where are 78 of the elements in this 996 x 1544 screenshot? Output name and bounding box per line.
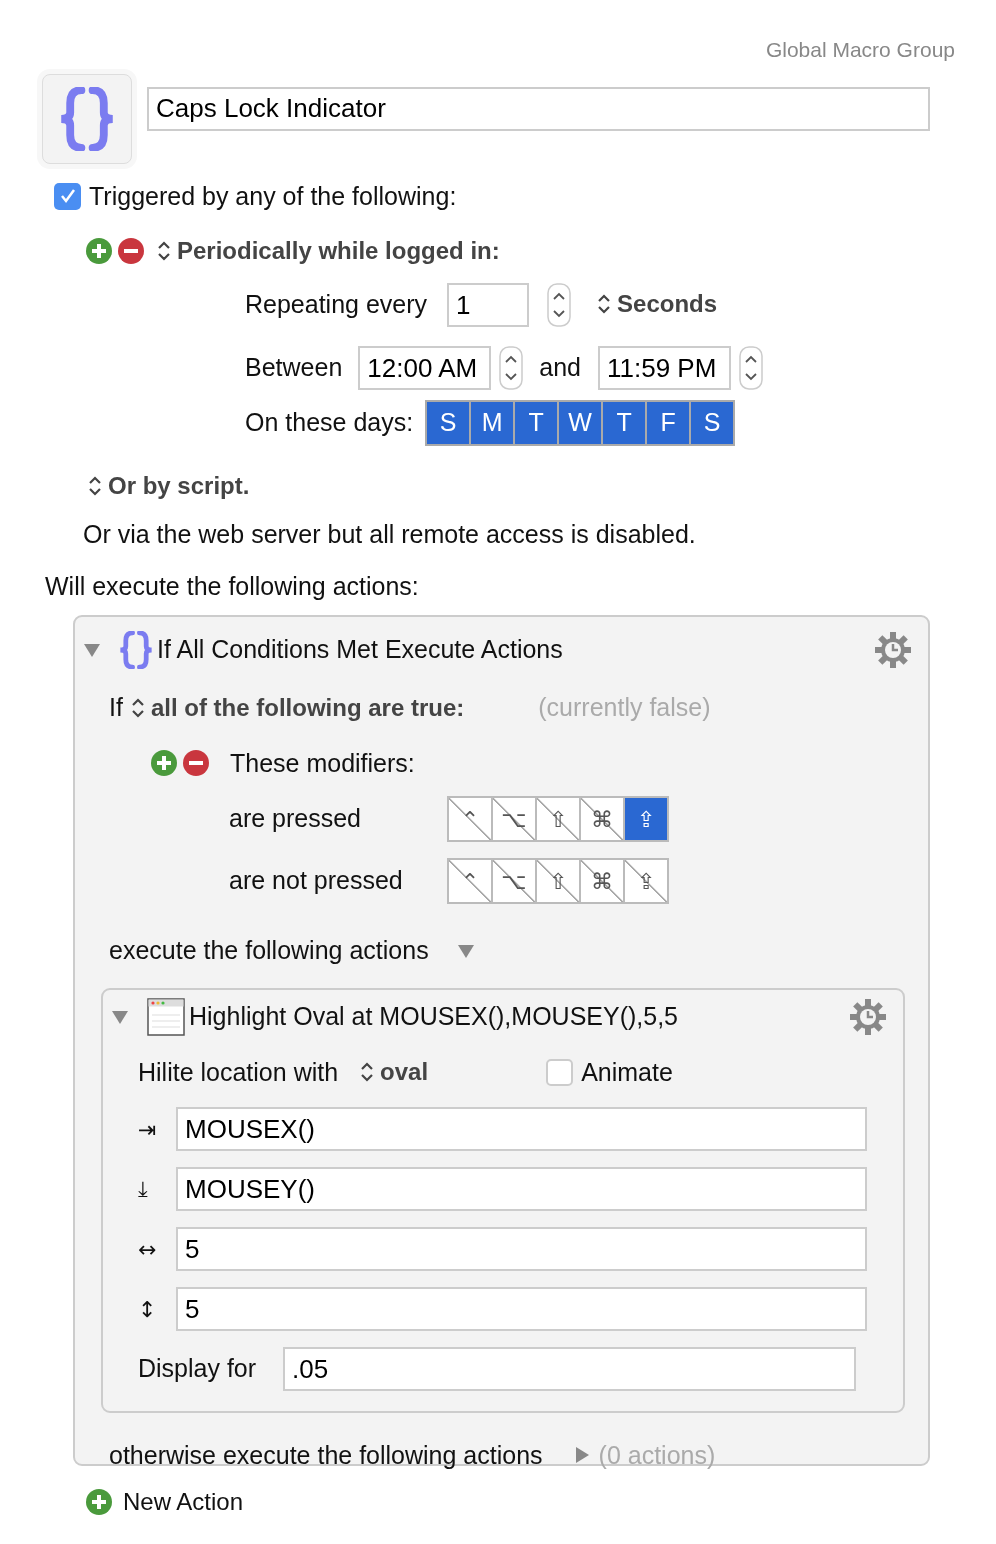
stepper-icon[interactable]	[547, 283, 572, 327]
updown-icon	[360, 1061, 375, 1084]
condition-popup[interactable]: all of the following are true:	[130, 689, 465, 726]
stepper-icon[interactable]	[499, 346, 524, 390]
unit-popup[interactable]: Seconds	[597, 286, 718, 322]
day-toggle[interactable]: S	[425, 400, 472, 446]
end-time-field[interactable]: 11:59 PM	[598, 346, 731, 390]
checkbox-label: Animate	[581, 1056, 673, 1088]
modifier-label: are not pressed	[229, 865, 404, 897]
day-toggle[interactable]: S	[689, 400, 736, 446]
repeat-label: Repeating every	[245, 289, 428, 321]
group-label: Global Macro Group	[764, 37, 956, 63]
action-count: (0 actions)	[598, 1439, 716, 1471]
hilite-label: Hilite location with	[138, 1056, 339, 1088]
add-icon[interactable]	[85, 1488, 113, 1516]
modifier-key[interactable]: ⌥	[491, 796, 537, 842]
add-icon[interactable]	[85, 237, 113, 265]
action-title: Highlight Oval at MOUSEX(),MOUSEY(),5,5	[189, 1000, 678, 1032]
checkbox[interactable]	[54, 182, 81, 210]
days-label: On these days:	[245, 407, 414, 439]
updown-icon	[157, 240, 171, 262]
modifier-key[interactable]: ⇪	[623, 858, 669, 904]
trigger-popup[interactable]: Periodically while logged in:	[157, 233, 500, 269]
action-title: If All Conditions Met Execute Actions	[157, 634, 563, 666]
modifier-key[interactable]: ⇧	[535, 796, 581, 842]
day-toggle[interactable]: M	[469, 400, 516, 446]
braces-icon	[59, 86, 115, 151]
remove-icon[interactable]	[182, 749, 210, 778]
add-icon[interactable]	[150, 749, 178, 778]
value-field[interactable]: MOUSEX()	[176, 1107, 867, 1151]
if-label: If	[109, 692, 123, 723]
web-server-note: Or via the web server but all remote access is disabled.	[83, 519, 697, 550]
condition-status: (currently false)	[538, 692, 711, 723]
field-symbol: ↕	[138, 1295, 158, 1324]
stepper-icon[interactable]	[739, 346, 763, 390]
remove-icon[interactable]	[117, 237, 145, 265]
modifier-key[interactable]: ⌥	[491, 858, 537, 904]
modifier-key[interactable]: ⇧	[535, 858, 581, 904]
window-icon	[147, 997, 185, 1036]
between-label: Between	[245, 352, 343, 384]
modifier-key[interactable]: ⌘	[579, 858, 625, 904]
day-toggle[interactable]: F	[645, 400, 692, 446]
shape-popup[interactable]: oval	[360, 1054, 429, 1091]
and-label: and	[539, 352, 581, 384]
modifier-key[interactable]: ⌃	[447, 796, 493, 842]
field-symbol: ⤓	[138, 1175, 149, 1204]
new-action-link[interactable]: New Action	[123, 1484, 244, 1520]
day-toggle[interactable]: T	[513, 400, 560, 446]
name-field[interactable]: Caps Lock Indicator	[147, 86, 930, 131]
modifier-key[interactable]: ⌃	[447, 858, 493, 904]
display-field[interactable]: .05	[283, 1347, 857, 1391]
checkbox-label: Triggered by any of the following:	[89, 180, 457, 212]
field-symbol: ↔	[138, 1235, 158, 1264]
modifier-key[interactable]: ⌘	[579, 796, 625, 842]
gear-icon[interactable]	[849, 997, 887, 1036]
updown-icon	[88, 475, 102, 497]
updown-icon	[130, 696, 145, 719]
start-time-field[interactable]: 12:00 AM	[358, 346, 492, 390]
braces-icon	[119, 631, 153, 669]
value-field[interactable]: 5	[176, 1227, 867, 1271]
modifier-key[interactable]: ⇪	[623, 796, 669, 842]
gear-icon[interactable]	[874, 631, 912, 669]
day-toggle[interactable]: T	[601, 400, 648, 446]
script-popup[interactable]: Or by script.	[88, 468, 250, 504]
field-symbol: ⇥	[138, 1115, 158, 1144]
value-field[interactable]: 5	[176, 1287, 867, 1331]
updown-icon	[597, 293, 612, 315]
checkbox[interactable]	[546, 1058, 574, 1086]
repeat-field[interactable]: 1	[447, 283, 530, 327]
actions-label: Will execute the following actions:	[45, 570, 420, 602]
condition-label: These modifiers:	[230, 747, 415, 779]
value-field[interactable]: MOUSEY()	[176, 1167, 867, 1211]
modifier-label: are pressed	[229, 803, 363, 835]
day-toggle[interactable]: W	[557, 400, 604, 446]
display-label: Display for	[138, 1353, 257, 1385]
then-label: execute the following actions	[109, 935, 429, 966]
disclosure-triangle[interactable]	[83, 641, 101, 659]
else-label: otherwise execute the following actions	[109, 1439, 543, 1471]
